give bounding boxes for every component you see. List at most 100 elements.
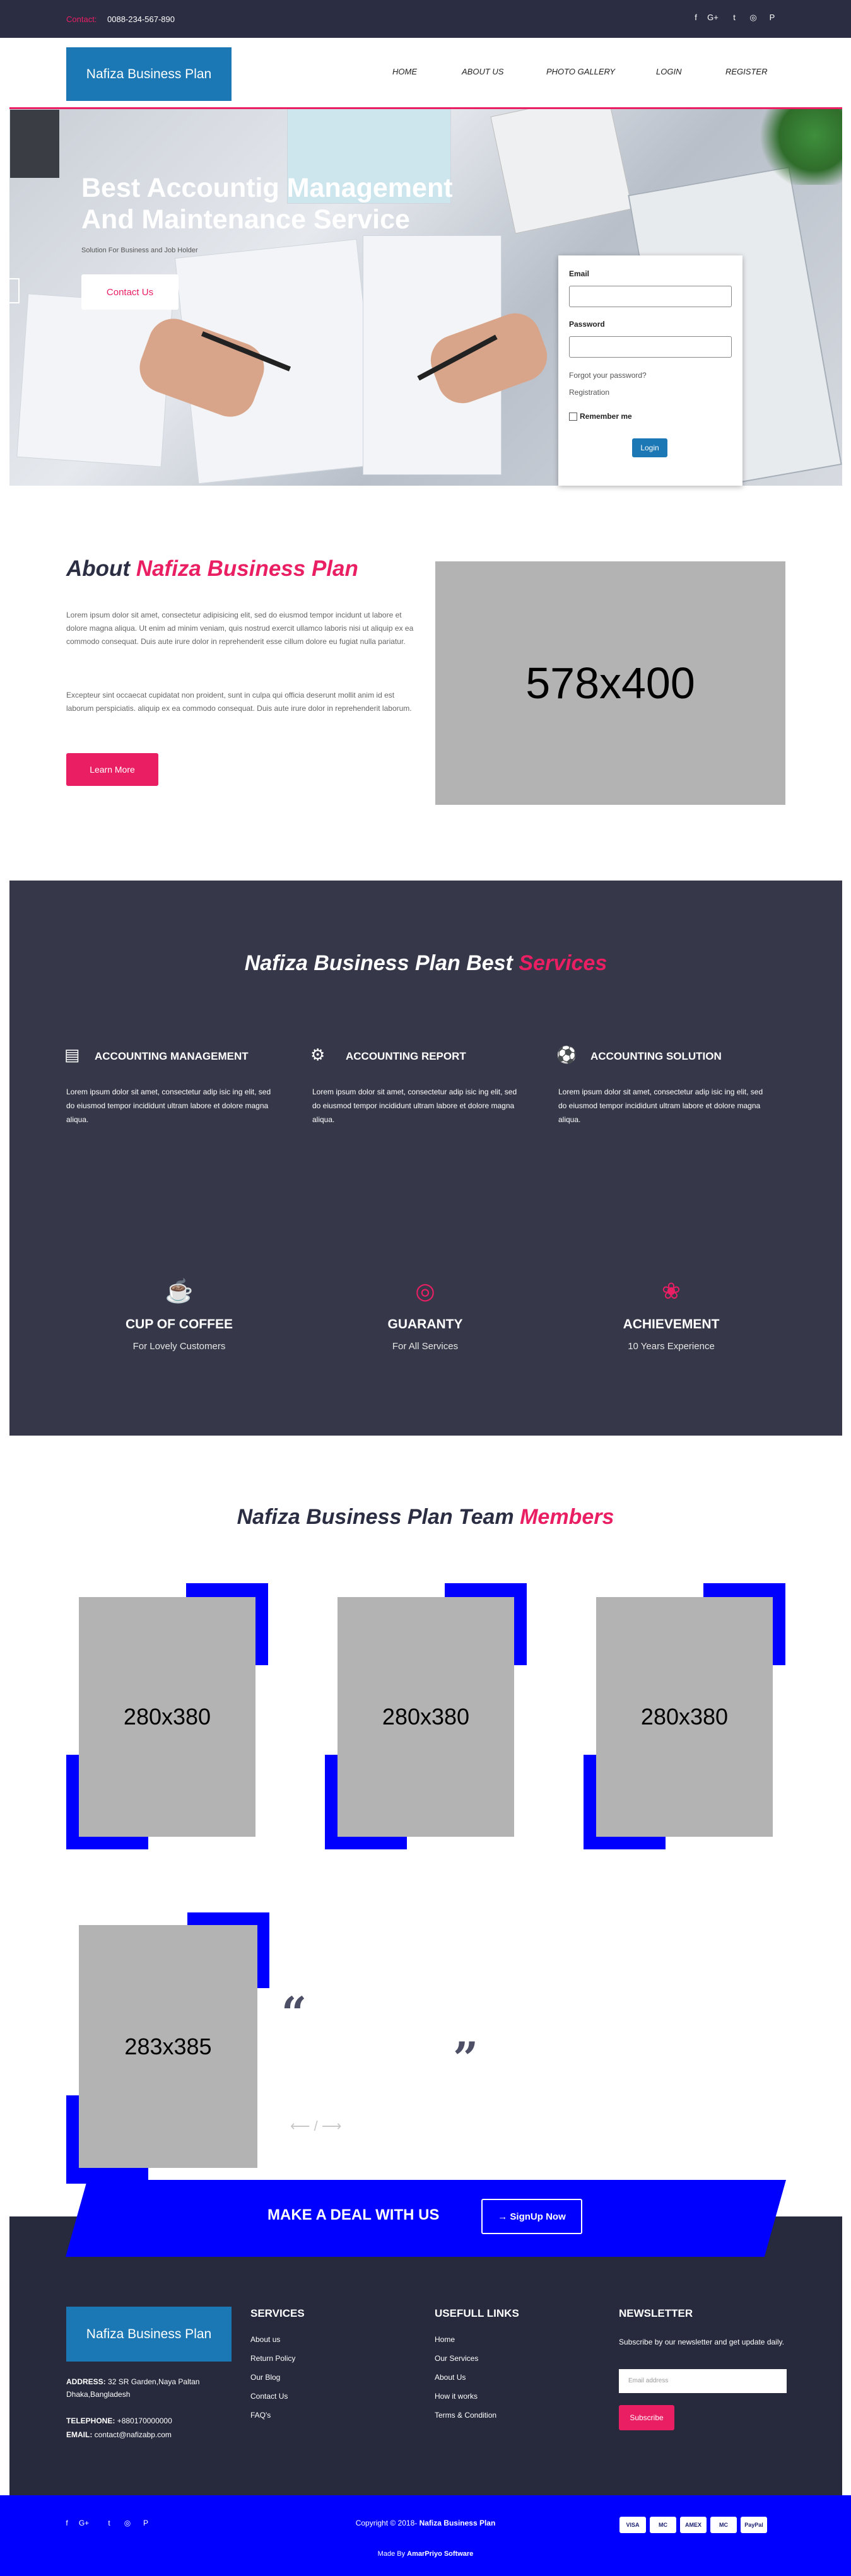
google-plus-icon[interactable]: G+ (707, 13, 719, 22)
footer-newsletter-title: NEWSLETTER (619, 2307, 693, 2319)
soccer-ball-icon: ⚽ (556, 1045, 577, 1064)
nav-about-us[interactable]: ABOUT US (462, 67, 503, 76)
team-title-prefix: Nafiza Business Plan Team (237, 1505, 514, 1529)
made-by-brand[interactable]: AmarPriyo Software (407, 2550, 473, 2558)
copyright-brand[interactable]: Nafiza Business Plan (420, 2519, 496, 2527)
footer-services-title: SERVICES (250, 2307, 305, 2319)
newsletter-email-input[interactable]: Email address (619, 2369, 787, 2393)
contact-label: Contact: (66, 15, 97, 24)
contact-phone[interactable]: 0088-234-567-890 (107, 15, 175, 24)
about-paragraph: Excepteur sint occaecat cupidatat non pr… (66, 691, 412, 713)
service-title: ACCOUNTING SOLUTION (590, 1050, 722, 1062)
about-title: About Nafiza Business Plan (66, 556, 358, 582)
top-bar: Contact: 0088-234-567-890 f G+ t ◎ P (0, 0, 851, 38)
team-title-highlight: Members (520, 1505, 614, 1529)
visa-icon: VISA (619, 2517, 646, 2533)
footer-email: EMAIL: contact@nafizabp.com (66, 2428, 230, 2441)
hero-title-line: Best Accountig Management (81, 173, 453, 203)
stat-subtitle: 10 Years Experience (628, 1341, 715, 1352)
footer: Nafiza Business Plan ADDRESS: 32 SR Gard… (9, 2257, 842, 2497)
email-label: Email (569, 269, 590, 278)
amex-icon: AMEX (680, 2517, 707, 2533)
testimonial-image: 283x385 (79, 1925, 257, 2168)
about-title-highlight: Nafiza Business Plan (136, 556, 358, 581)
services-title-highlight: Services (519, 951, 607, 975)
footer-logo[interactable]: Nafiza Business Plan (66, 2307, 232, 2362)
open-quote-icon: “ (281, 1987, 307, 2039)
footer-link[interactable]: Terms & Condition (435, 2411, 496, 2420)
copyright-prefix: Copyright © 2018- (355, 2519, 418, 2527)
contact-us-button[interactable]: Contact Us (81, 274, 179, 310)
team-member-image[interactable]: 280x380 (337, 1597, 514, 1837)
hero-title-line: And Maintenance Service (81, 204, 410, 235)
telephone-label: TELEPHONE: (66, 2416, 115, 2425)
services-title-prefix: Nafiza Business Plan Best (244, 951, 513, 975)
learn-more-button[interactable]: Learn More (66, 753, 158, 786)
stat-subtitle: For Lovely Customers (132, 1341, 226, 1352)
slider-prev-arrow[interactable] (9, 278, 20, 303)
hero-subtitle: Solution For Business and Job Holder (81, 247, 198, 254)
address-label: ADDRESS: (66, 2377, 106, 2386)
email-label: EMAIL: (66, 2430, 93, 2439)
nav-photo-gallery[interactable]: PHOTO GALLERY (546, 67, 615, 76)
mastercard-icon: MC (650, 2517, 676, 2533)
stat-subtitle: For All Services (392, 1341, 459, 1352)
footer-link[interactable]: Return Policy (250, 2354, 295, 2363)
pinterest-icon[interactable]: P (766, 13, 778, 22)
paypal-icon: PayPal (741, 2517, 767, 2533)
password-label: Password (569, 320, 605, 329)
about-image-placeholder: 578x400 (435, 561, 785, 805)
remember-me-label: Remember me (580, 412, 632, 421)
footer-link[interactable]: Our Blog (250, 2373, 280, 2382)
forgot-password-link[interactable]: Forgot your password? (569, 371, 647, 380)
team-member-image[interactable]: 280x380 (596, 1597, 773, 1837)
footer-useful-title: USEFULL LINKS (435, 2307, 519, 2319)
mastercard-icon: MC (710, 2517, 737, 2533)
target-icon: ◎ (415, 1278, 435, 1304)
footer-link[interactable]: Home (435, 2335, 455, 2344)
service-title: ACCOUNTING MANAGEMENT (95, 1050, 249, 1062)
password-field[interactable] (569, 336, 732, 358)
services-section: Nafiza Business Plan Best Services ▤ ACC… (9, 881, 842, 1436)
footer-link[interactable]: About Us (435, 2373, 466, 2382)
nav-login[interactable]: LOGIN (656, 67, 681, 76)
registration-link[interactable]: Registration (569, 388, 609, 397)
building-icon: ▤ (64, 1045, 80, 1064)
service-text: Lorem ipsum dolor sit amet, consectetur … (312, 1087, 517, 1124)
cta-text: MAKE A DEAL WITH US (267, 2206, 440, 2223)
signup-button[interactable]: → SignUp Now (481, 2199, 582, 2234)
team-member-image[interactable]: 280x380 (79, 1597, 255, 1837)
made-by-prefix: Made By (377, 2550, 406, 2558)
instagram-icon[interactable]: ◎ (748, 13, 759, 23)
footer-link[interactable]: How it works (435, 2392, 478, 2401)
made-by-text: Made By AmarPriyo Software (0, 2550, 851, 2558)
bottom-bar: f G+ t ◎ P Copyright © 2018- Nafiza Busi… (0, 2495, 851, 2576)
footer-link[interactable]: Our Services (435, 2354, 478, 2363)
remember-me[interactable]: Remember me (569, 412, 632, 421)
nav-register[interactable]: REGISTER (725, 67, 767, 76)
footer-address: ADDRESS: 32 SR Garden,Naya Paltan Dhaka,… (66, 2375, 230, 2401)
stat-title: CUP OF COFFEE (126, 1317, 233, 1332)
about-paragraph: Lorem ipsum dolor sit amet, consectetur … (66, 611, 414, 646)
plant-decoration (754, 109, 842, 185)
stat-title: GUARANTY (387, 1317, 463, 1332)
hero-title: Best Accountig Management And Maintenanc… (81, 172, 523, 235)
footer-link[interactable]: FAQ's (250, 2411, 271, 2420)
testimonial-nav-arrows[interactable]: ⟵ / ⟶ (290, 2118, 341, 2134)
close-quote-icon: ” (453, 2032, 479, 2085)
email-field[interactable] (569, 286, 732, 307)
service-title: ACCOUNTING REPORT (346, 1050, 466, 1062)
footer-link[interactable]: Contact Us (250, 2392, 288, 2401)
footer-link[interactable]: About us (250, 2335, 280, 2344)
remember-me-checkbox[interactable] (569, 412, 577, 421)
service-text: Lorem ipsum dolor sit amet, consectetur … (558, 1087, 763, 1124)
login-button[interactable]: Login (632, 438, 667, 457)
twitter-icon[interactable]: t (729, 13, 740, 22)
facebook-icon[interactable]: f (690, 13, 701, 22)
stat-title: ACHIEVEMENT (623, 1317, 720, 1332)
login-panel: Email Password Forgot your password? Reg… (558, 255, 742, 486)
site-logo[interactable]: Nafiza Business Plan (66, 47, 232, 101)
coffee-cup-icon: ☕ (165, 1278, 194, 1304)
subscribe-button[interactable]: Subscribe (619, 2405, 674, 2430)
nav-home[interactable]: HOME (392, 67, 417, 76)
